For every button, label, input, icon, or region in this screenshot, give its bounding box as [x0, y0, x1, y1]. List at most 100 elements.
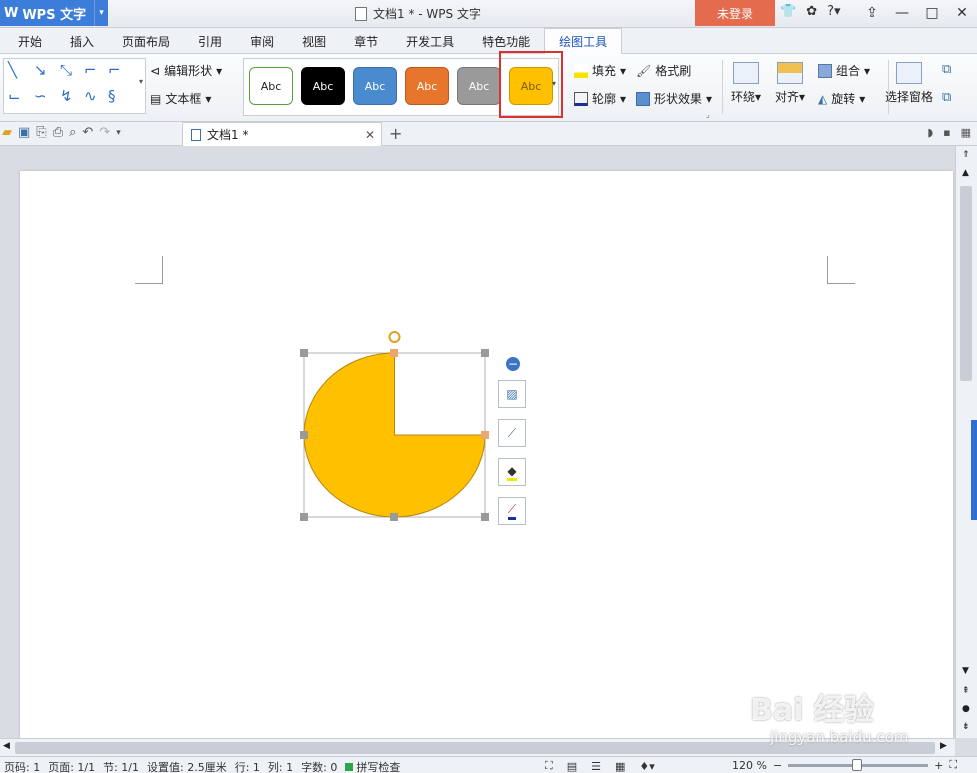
- elbow-arrow-icon[interactable]: ⌐: [108, 61, 121, 79]
- ribbon-tab[interactable]: 审阅: [236, 28, 288, 54]
- layout-options-icon[interactable]: ▨: [498, 380, 526, 408]
- ribbon-tab[interactable]: 插入: [56, 28, 108, 54]
- scroll-right-icon[interactable]: ▶: [940, 741, 947, 751]
- redo-icon[interactable]: ↷: [99, 125, 110, 140]
- edit-shape-icon[interactable]: ⟋: [498, 419, 526, 447]
- undo-icon[interactable]: ↶: [82, 125, 93, 140]
- pie-shape[interactable]: [303, 352, 486, 518]
- selection-pane-button[interactable]: 选择窗格: [885, 62, 933, 105]
- resize-handle[interactable]: [300, 349, 308, 357]
- close-button[interactable]: ✕: [947, 0, 977, 26]
- customize-chevron-icon[interactable]: ▾: [116, 125, 121, 140]
- send-backward-icon[interactable]: ⧉: [942, 90, 951, 105]
- ribbon-tab[interactable]: 章节: [340, 28, 392, 54]
- close-tab-icon[interactable]: ✕: [365, 128, 375, 142]
- adjust-handle[interactable]: [481, 431, 489, 439]
- shape-style-preset[interactable]: Abc: [249, 67, 293, 105]
- shape-effects-button[interactable]: 形状效果 ▾: [636, 90, 712, 107]
- group-button[interactable]: 组合 ▾: [818, 62, 870, 79]
- resize-handle[interactable]: [300, 431, 308, 439]
- page-view-icon[interactable]: ▤: [567, 760, 577, 773]
- document-tab[interactable]: 文档1 * ✕: [182, 122, 382, 146]
- print-icon[interactable]: ⎙: [53, 125, 63, 140]
- scroll-up-icon[interactable]: ⇑: [962, 150, 970, 160]
- arrow-shape-icon[interactable]: ↘: [34, 61, 47, 79]
- status-col[interactable]: 列: 1: [268, 759, 293, 773]
- view-mode-icon[interactable]: ◗: [927, 126, 933, 139]
- rotation-handle-icon[interactable]: [388, 331, 401, 343]
- zoom-in-icon[interactable]: +: [934, 759, 943, 772]
- new-tab-button[interactable]: +: [389, 124, 402, 143]
- open-folder-icon[interactable]: ▰: [2, 125, 12, 140]
- reading-mode-icon[interactable]: ▪: [943, 126, 950, 139]
- elbow-connector-icon[interactable]: ⌐: [84, 61, 97, 79]
- spell-check-toggle[interactable]: 拼写检查: [345, 759, 400, 773]
- textbox-button[interactable]: ▤ 文本框 ▾: [150, 90, 211, 107]
- vertical-scroll-thumb[interactable]: [960, 186, 972, 381]
- rotate-button[interactable]: ◭ 旋转 ▾: [818, 90, 865, 107]
- layout-icon[interactable]: ▦: [961, 126, 971, 139]
- protect-view-icon[interactable]: ♦▾: [639, 760, 654, 773]
- feedback-icon[interactable]: ✿: [806, 4, 817, 19]
- adjust-handle[interactable]: [390, 349, 398, 357]
- resize-handle[interactable]: [481, 349, 489, 357]
- wrap-button[interactable]: 环绕▾: [731, 62, 761, 105]
- status-pages[interactable]: 页面: 1/1: [48, 759, 95, 773]
- align-button[interactable]: 对齐▾: [775, 62, 805, 105]
- status-page-number[interactable]: 页码: 1: [4, 759, 40, 773]
- ribbon-tab[interactable]: 开发工具: [392, 28, 468, 54]
- restore-ribbon-icon[interactable]: ⇪: [857, 0, 887, 26]
- login-button[interactable]: 未登录: [695, 0, 775, 26]
- ribbon-tab[interactable]: 开始: [4, 28, 56, 54]
- scroll-up-arrow-icon[interactable]: ▲: [962, 168, 969, 178]
- maximize-button[interactable]: □: [917, 0, 947, 26]
- ribbon-tab[interactable]: 页面布局: [108, 28, 184, 54]
- shape-style-preset[interactable]: Abc: [301, 67, 345, 105]
- curve-icon[interactable]: ∿: [84, 87, 97, 105]
- fill-button[interactable]: 填充 ▾: [574, 62, 626, 79]
- shape-style-preset[interactable]: Abc: [457, 67, 501, 105]
- resize-handle[interactable]: [300, 513, 308, 521]
- outline-pen-icon[interactable]: ⟋: [498, 497, 526, 525]
- outline-view-icon[interactable]: ☰: [591, 760, 601, 773]
- help-icon[interactable]: ?▾: [827, 4, 840, 19]
- web-view-icon[interactable]: ▦: [615, 760, 625, 773]
- resize-handle[interactable]: [390, 513, 398, 521]
- fill-bucket-icon[interactable]: ◆: [498, 458, 526, 486]
- chevron-down-icon[interactable]: ▾: [94, 0, 108, 26]
- zoom-slider[interactable]: [788, 758, 929, 771]
- export-pdf-icon[interactable]: ⎘: [36, 125, 46, 140]
- prev-page-icon[interactable]: ⇞: [962, 686, 970, 696]
- gallery-more-icon[interactable]: ▾: [139, 77, 143, 86]
- skin-icon[interactable]: 👕: [780, 4, 796, 19]
- zoom-slider-thumb[interactable]: [852, 758, 863, 771]
- select-browse-icon[interactable]: ●: [962, 704, 970, 714]
- ribbon-tab[interactable]: 引用: [184, 28, 236, 54]
- curved-arrow-icon[interactable]: ↯: [60, 87, 73, 105]
- print-preview-icon[interactable]: ⌕: [69, 125, 76, 140]
- collapse-toolbar-icon[interactable]: −: [506, 357, 520, 371]
- double-arrow-shape-icon[interactable]: ⤡: [60, 61, 72, 79]
- dialog-launcher-icon[interactable]: ⌟: [706, 110, 710, 119]
- freeform-icon[interactable]: §: [108, 87, 116, 105]
- status-row[interactable]: 行: 1: [235, 759, 260, 773]
- format-painter-button[interactable]: 🖌 格式刷: [636, 62, 691, 79]
- save-icon[interactable]: ▣: [18, 125, 30, 140]
- edit-shape-button[interactable]: ⊲ 编辑形状 ▾: [150, 62, 222, 79]
- minimize-button[interactable]: —: [887, 0, 917, 26]
- scroll-down-arrow-icon[interactable]: ▼: [962, 666, 969, 676]
- line-shape-icon[interactable]: ╲: [8, 61, 17, 79]
- shape-style-preset[interactable]: Abc: [405, 67, 449, 105]
- fullscreen-icon[interactable]: ⛶: [545, 759, 553, 773]
- shape-style-preset[interactable]: Abc: [353, 67, 397, 105]
- app-menu-button[interactable]: W WPS 文字 ▾: [0, 0, 108, 26]
- zoom-fit-icon[interactable]: ⛶: [949, 758, 957, 772]
- bring-forward-icon[interactable]: ⧉: [942, 62, 951, 77]
- zoom-out-icon[interactable]: −: [773, 759, 782, 772]
- line-shape-gallery[interactable]: ╲ ↘ ⤡ ⌐ ⌐ ⌙ ∽ ↯ ∿ § ▾: [3, 58, 146, 114]
- side-panel-tab[interactable]: [971, 420, 977, 520]
- curved-connector-icon[interactable]: ∽: [34, 87, 47, 105]
- status-setting[interactable]: 设置值: 2.5厘米: [147, 759, 227, 773]
- outline-button[interactable]: 轮廓 ▾: [574, 90, 626, 107]
- scroll-left-icon[interactable]: ◀: [3, 741, 10, 751]
